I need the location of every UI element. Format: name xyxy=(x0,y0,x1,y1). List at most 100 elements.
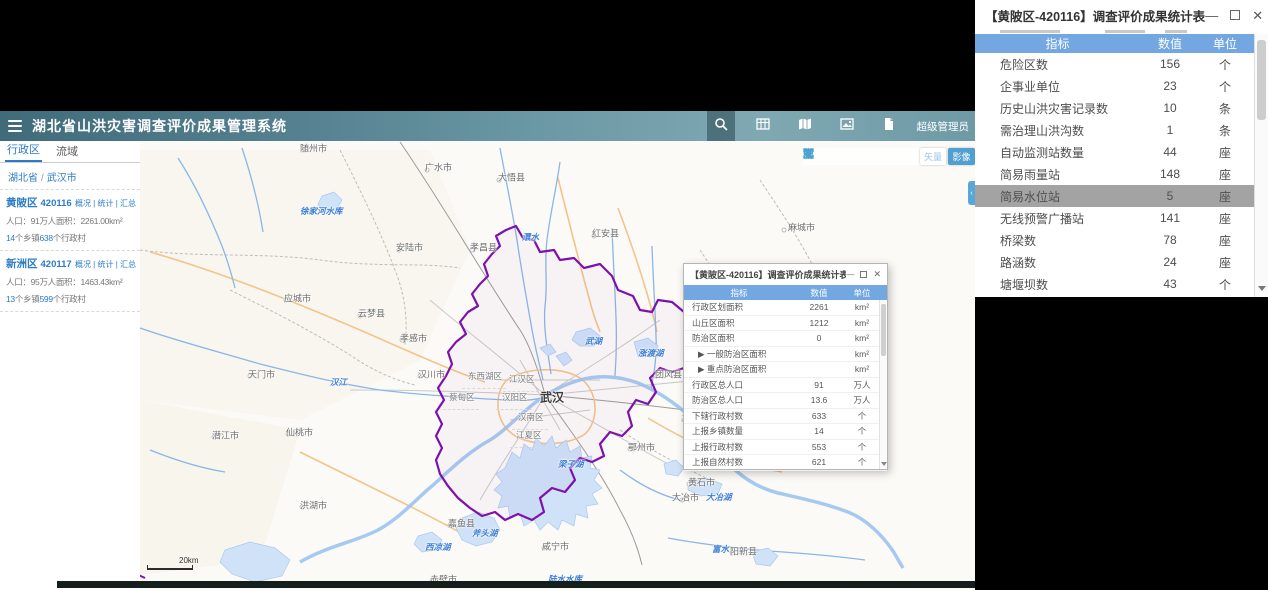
map-label: 大悟县 xyxy=(498,172,526,183)
stats-titlebar[interactable]: 【黄陂区-420116】调查评价成果统计表 — ✕ xyxy=(975,0,1268,30)
restore-icon[interactable] xyxy=(1230,10,1241,20)
table-row[interactable]: 危险区数 156 个 xyxy=(975,53,1254,75)
close-icon[interactable]: ✕ xyxy=(1252,9,1263,22)
scale-line xyxy=(147,565,193,570)
district-links[interactable]: 概况 | 统计 | 汇总 xyxy=(75,259,136,270)
district-code: 420117 xyxy=(40,259,72,270)
collapse-panel-tab[interactable]: ‹ xyxy=(968,181,975,205)
minimize-icon[interactable]: — xyxy=(1205,9,1218,22)
table-row[interactable]: 历史山洪灾害记录数 10 条 xyxy=(975,97,1254,119)
table-row[interactable]: 桥梁数 78 座 xyxy=(975,229,1254,251)
map-label: 仙桃市 xyxy=(286,427,314,438)
restore-icon[interactable] xyxy=(860,271,868,278)
close-icon[interactable]: ✕ xyxy=(873,270,881,279)
basemap-vector-button[interactable]: 矢量 xyxy=(920,148,946,165)
data-table-button[interactable] xyxy=(749,111,777,141)
table-row[interactable]: 路涵数 24 座 xyxy=(975,251,1254,273)
scale-label: 20km xyxy=(179,556,199,565)
stats-table-rows: 危险区数 156 个 企事业单位 23 个 历史山洪灾害记录数 10 条 需治理… xyxy=(975,53,1254,295)
map-label: 西凉湖 xyxy=(425,542,451,552)
district-name[interactable]: 黄陂区 xyxy=(6,195,38,210)
map-label: 大冶湖 xyxy=(706,492,732,502)
map-label: 汉江 xyxy=(330,377,348,387)
table-row[interactable]: 企事业单位 23 个 xyxy=(975,75,1254,97)
menu-icon[interactable] xyxy=(0,111,30,141)
map-button[interactable] xyxy=(791,111,819,141)
popup-column-header: 数值 xyxy=(810,287,828,298)
table-row[interactable]: 塘堰坝数 43 个 xyxy=(975,273,1254,295)
imagery-button[interactable] xyxy=(833,111,861,141)
table-row[interactable]: 山丘区面积 1212 km² xyxy=(684,316,887,331)
current-user-label[interactable]: 超级管理员 xyxy=(917,119,970,134)
map-label: 富水 xyxy=(712,544,730,554)
district-stats-popup: 【黄陂区-420116】调查评价成果统计表 — ✕ 指标 数值 单位 行政区划面积 … xyxy=(683,263,888,471)
search-icon xyxy=(714,117,728,136)
district-towns-villages: 14个乡镇638个行政村 xyxy=(6,233,86,243)
stats-scrollbar[interactable] xyxy=(1254,34,1268,297)
table-row[interactable]: 防治区面积 0 km² xyxy=(684,331,887,347)
table-row[interactable]: 行政区总人口 91 万人 xyxy=(684,378,887,393)
table-row[interactable]: 防治区总人口 13.6 万人 xyxy=(684,393,887,409)
table-row[interactable]: ▶ 重点防治区面积 km² xyxy=(684,362,887,378)
scroll-down-icon[interactable] xyxy=(1255,282,1268,295)
district-name[interactable]: 新洲区 xyxy=(6,256,38,271)
table-row[interactable]: ▶ 一般防治区面积 km² xyxy=(684,347,887,362)
select-icon[interactable] xyxy=(803,148,910,163)
pan-icon[interactable] xyxy=(804,148,865,163)
table-row[interactable]: 上报乡镇数量 14 个 xyxy=(684,424,887,440)
district-links[interactable]: 概况 | 统计 | 汇总 xyxy=(75,198,136,209)
sidebar-tab[interactable]: 行政区 xyxy=(5,141,42,162)
scale-bar: 20km xyxy=(147,556,207,570)
map-label: 蔡甸区 xyxy=(443,386,479,410)
table-row[interactable]: 行政区划面积 2261 km² xyxy=(684,300,887,316)
map-label: 汉川市 xyxy=(418,369,446,380)
map-label: 孝感市 xyxy=(400,333,428,344)
stats-title: 【黄陂区-420116】调查评价成果统计表 xyxy=(985,9,1206,24)
next-extent-icon[interactable] xyxy=(806,149,895,163)
breadcrumb-province[interactable]: 湖北省 xyxy=(8,173,38,184)
table-row[interactable]: 上报自然村数 621 个 xyxy=(684,455,887,471)
popup-scrollbar[interactable] xyxy=(879,300,887,469)
map-label: 嘉鱼县 xyxy=(448,518,476,529)
zoom-in-icon[interactable] xyxy=(803,148,835,163)
map-icon xyxy=(798,117,812,136)
table-row[interactable]: 上报行政村数 553 个 xyxy=(684,440,887,455)
map-label: 云梦县 xyxy=(358,308,386,319)
report-button[interactable] xyxy=(875,111,903,141)
map-label: 安陆市 xyxy=(396,242,424,253)
report-icon xyxy=(882,117,896,136)
map-label: 黄石市 xyxy=(688,477,716,488)
search-button[interactable] xyxy=(706,111,735,141)
scroll-down-icon[interactable] xyxy=(880,460,888,468)
map-label: 涨渡湖 xyxy=(638,348,664,358)
breadcrumb-city[interactable]: 武汉市 xyxy=(47,173,77,184)
scrollbar-thumb[interactable] xyxy=(1257,40,1266,120)
table-row[interactable]: 自动监测站数量 44 座 xyxy=(975,141,1254,163)
minimize-icon[interactable]: — xyxy=(846,270,854,279)
map-label: 武汉 xyxy=(540,390,565,405)
popup-titlebar[interactable]: 【黄陂区-420116】调查评价成果统计表 — ✕ xyxy=(684,264,887,285)
table-row[interactable]: 无线预警广播站 141 座 xyxy=(975,207,1254,229)
table-row[interactable]: 下辖行政村数 633 个 xyxy=(684,409,887,424)
map-label: 潜江市 xyxy=(212,430,240,441)
map-label: 鄂州市 xyxy=(628,442,656,453)
district-code: 420116 xyxy=(40,198,72,209)
table-row[interactable]: 简易水位站 5 座 xyxy=(975,185,1254,207)
map-label: 天门市 xyxy=(248,369,276,380)
scrollbar-thumb[interactable] xyxy=(881,304,886,356)
map-label: 咸宁市 xyxy=(542,541,570,552)
popup-table-rows: 行政区划面积 2261 km² 山丘区面积 1212 km² 防治区面积 0 k… xyxy=(684,300,887,471)
basemap-imagery-button[interactable]: 影像 xyxy=(948,148,975,165)
stats-column-header: 指标 xyxy=(1045,37,1070,51)
map-label: 江夏区 xyxy=(510,424,546,448)
zoom-out-icon[interactable] xyxy=(803,148,850,163)
map-label: 大冶市 xyxy=(672,492,700,503)
sidebar-tab[interactable]: 流域 xyxy=(54,141,80,162)
stats-column-header: 数值 xyxy=(1157,37,1182,51)
previous-extent-icon[interactable] xyxy=(806,149,880,163)
screen: 湖北省山洪灾害调查评价成果管理系统 超级管理员 行政区 流域 湖北省 / 武汉市… xyxy=(0,0,1268,590)
map-label: 阳新县 xyxy=(730,546,758,557)
table-row[interactable]: 需治理山洪沟数 1 条 xyxy=(975,119,1254,141)
sidebar: 行政区 流域 湖北省 / 武汉市 黄陂区 420116 概况 | 统计 | 汇总 人口… xyxy=(0,141,140,590)
table-row[interactable]: 简易雨量站 148 座 xyxy=(975,163,1254,185)
